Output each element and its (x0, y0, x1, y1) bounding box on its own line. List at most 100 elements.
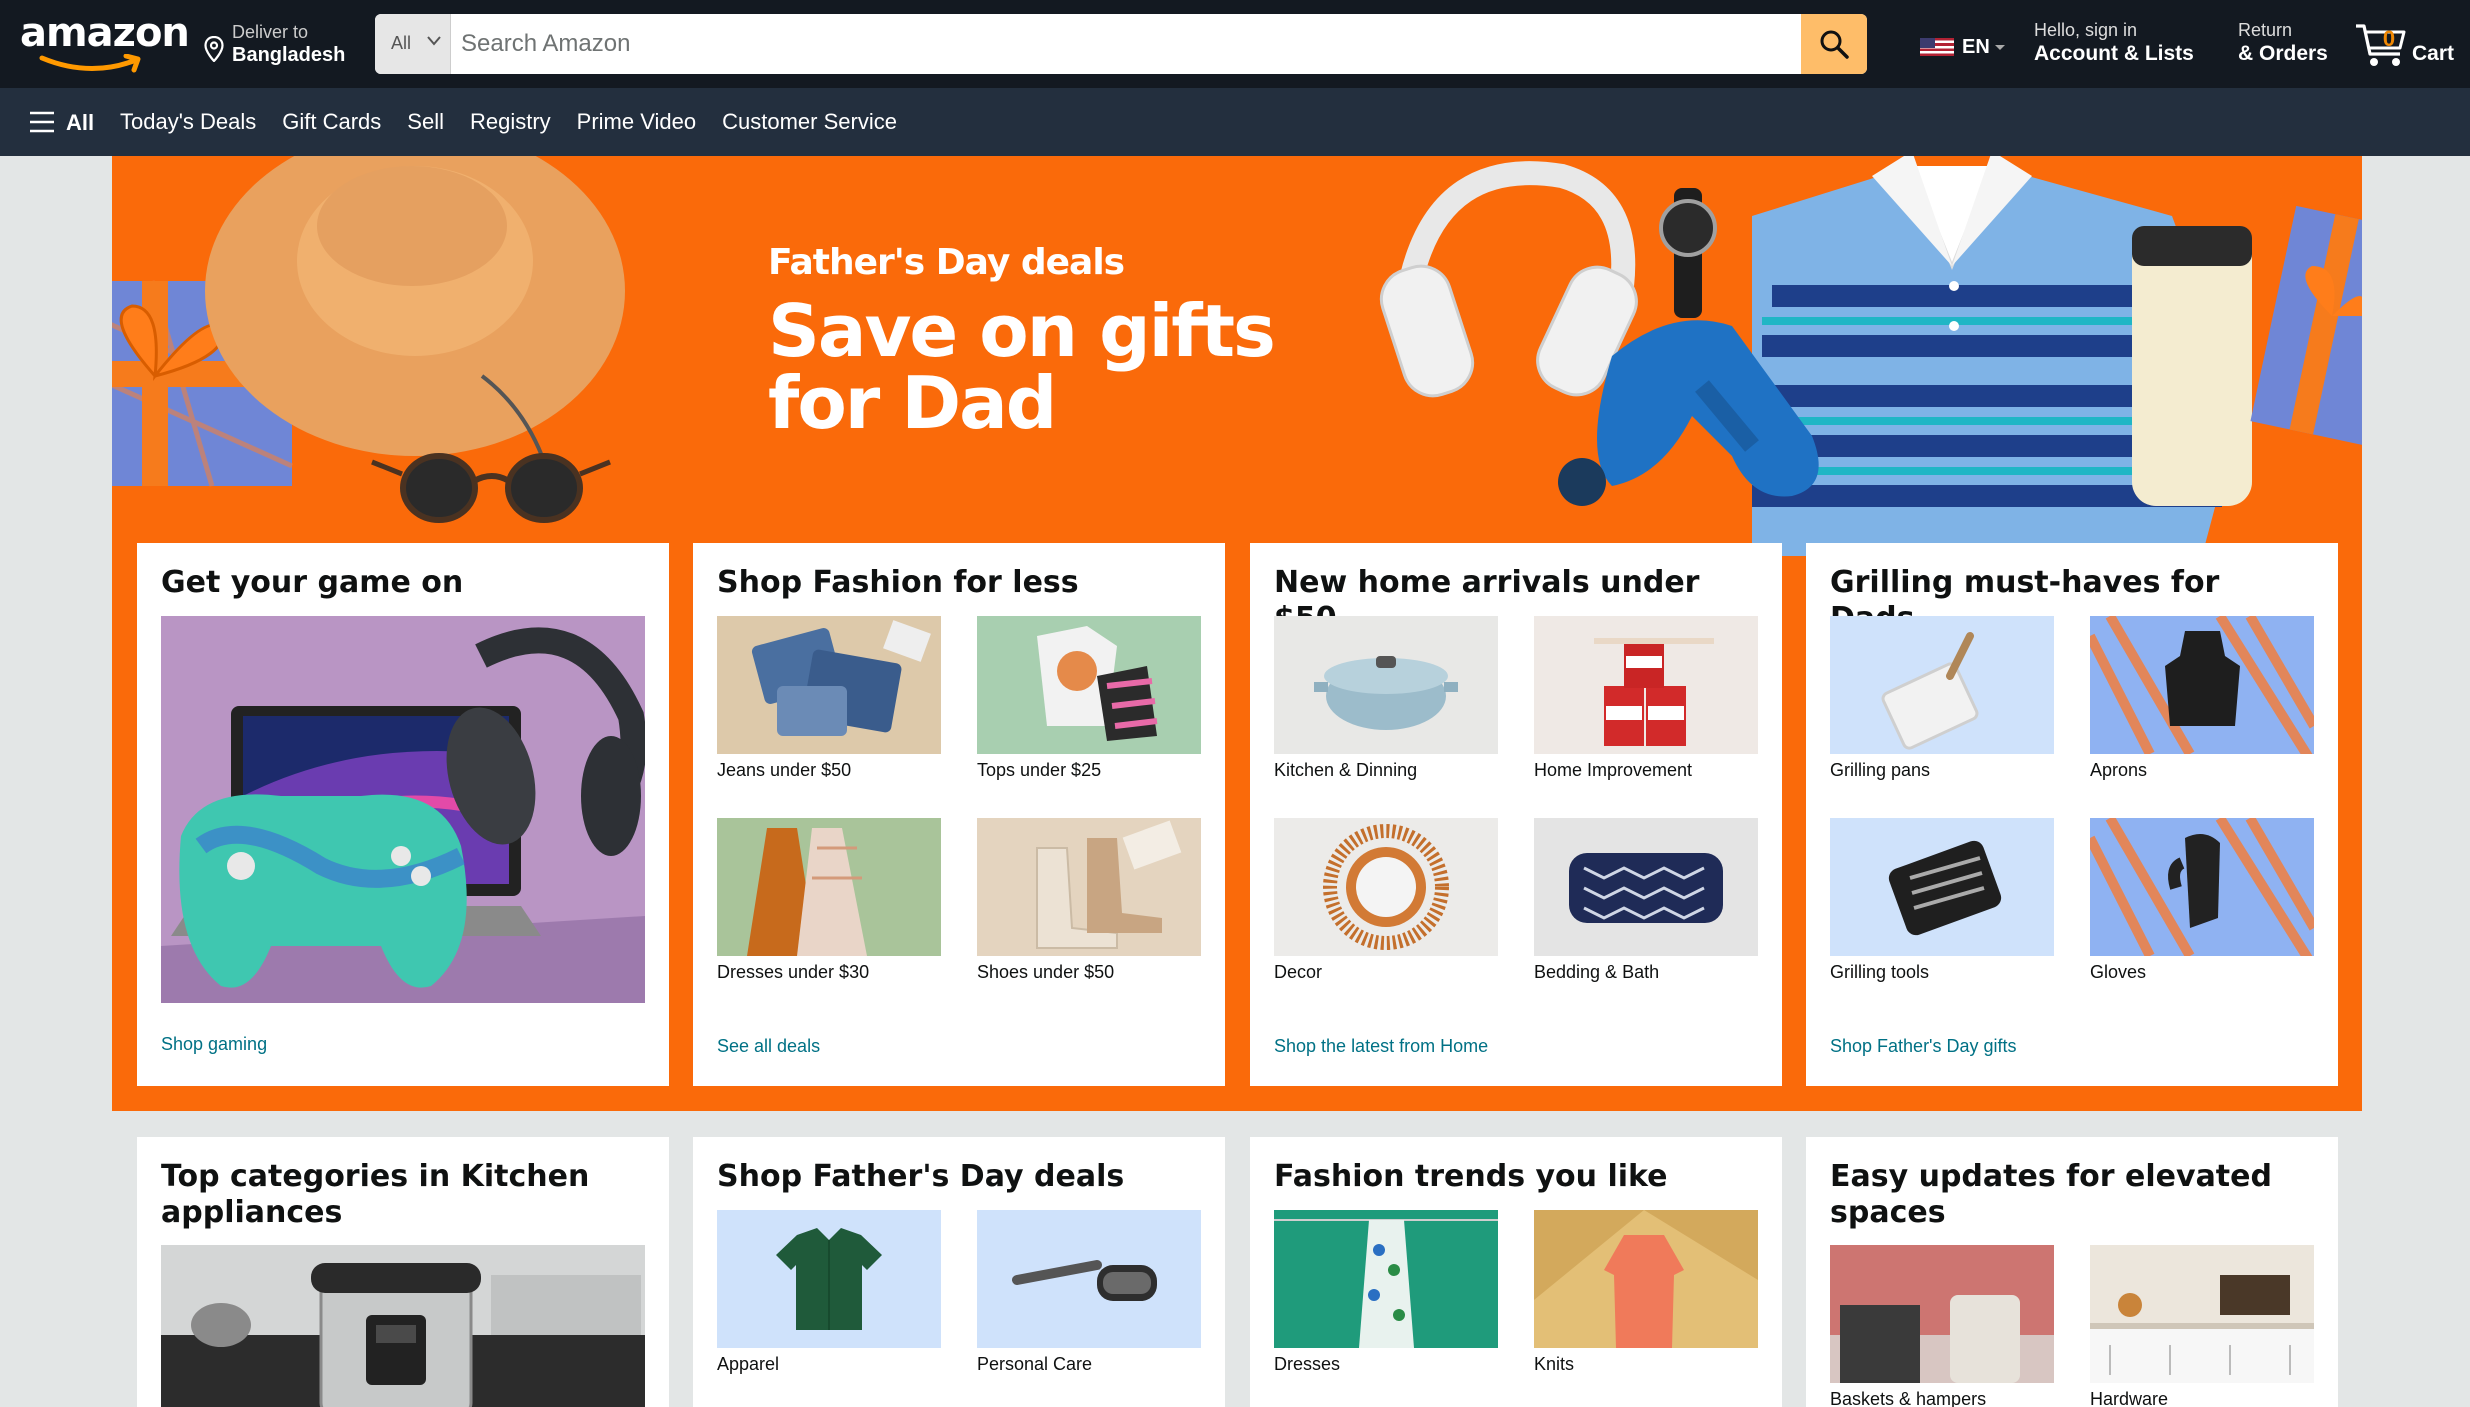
card-title: Top categories in Kitchen appliances (161, 1159, 590, 1230)
tile-caption: Apparel (717, 1354, 780, 1374)
nav-link-registry[interactable]: Registry (470, 109, 551, 135)
hamburger-icon (30, 111, 54, 133)
tile-tops[interactable]: Tops under $25 (977, 616, 1201, 781)
tile-dresses-trend[interactable]: Dresses (1274, 1210, 1498, 1375)
tile-grilling-pans[interactable]: Grilling pans (1830, 616, 2054, 781)
tile-caption: Aprons (2090, 760, 2148, 780)
gaming-illustration (161, 616, 645, 1003)
tile-jeans[interactable]: Jeans under $50 (717, 616, 941, 781)
nav-link-customer-service[interactable]: Customer Service (722, 109, 897, 135)
nav-link-prime-video[interactable]: Prime Video (577, 109, 696, 135)
tile-caption: Home Improvement (1534, 760, 1693, 780)
card-fathers-day-deals: Shop Father's Day deals Apparel Personal… (693, 1137, 1225, 1407)
language-code: EN (1962, 36, 1990, 58)
account-menu[interactable]: Hello, sign in Account & Lists (2034, 20, 2194, 66)
tile-baskets[interactable]: Baskets & hampers (1830, 1245, 2054, 1407)
grill-tools-image (1830, 818, 2054, 956)
card-fashion-trends: Fashion trends you like Dresses Knits (1250, 1137, 1782, 1407)
cart-button[interactable]: 0 Cart (2354, 18, 2460, 74)
hero-headline: Save on gifts for Dad (768, 289, 1276, 445)
tile-caption: Grilling pans (1830, 760, 1931, 780)
tile-gloves[interactable]: Gloves (2090, 818, 2314, 983)
chevron-down-icon (427, 36, 441, 46)
kitchen-cabinet-image (2090, 1245, 2314, 1383)
search-category-label: All (391, 33, 412, 53)
card-kitchen-appliances: Top categories in Kitchen appliances (137, 1137, 669, 1407)
sub-navigation: All Today's Deals Gift Cards Sell Regist… (0, 88, 2470, 156)
tile-caption: Dresses under $30 (717, 962, 870, 982)
tops-image (977, 616, 1201, 754)
card-link[interactable]: Shop gaming (161, 1034, 267, 1055)
tile-aprons[interactable]: Aprons (2090, 616, 2314, 781)
grill-pan-image (1830, 616, 2054, 754)
cart-label: Cart (2412, 42, 2455, 65)
nav-link-gift-cards[interactable]: Gift Cards (282, 109, 381, 135)
pressure-cooker-image[interactable] (161, 1245, 645, 1407)
dresses-image (717, 818, 941, 956)
shirt-image (717, 1210, 941, 1348)
laundry-basket-image (1830, 1245, 2054, 1383)
search-category-select[interactable]: All (375, 14, 451, 74)
card-title: Shop Fashion for less (717, 565, 1079, 600)
tile-apparel[interactable]: Apparel (717, 1210, 941, 1375)
tile-caption: Gloves (2090, 962, 2147, 982)
card-gaming: Get your game on Shop gaming (137, 543, 669, 1086)
top-header: amazon Deliver to Bangladesh All Search … (0, 0, 2470, 88)
floral-dress-image (1274, 1210, 1498, 1348)
tile-home-improvement[interactable]: Home Improvement (1534, 616, 1758, 781)
orders-label: & Orders (2238, 42, 2328, 65)
tile-caption: Personal Care (977, 1354, 1093, 1374)
tile-personal-care[interactable]: Personal Care (977, 1210, 1201, 1375)
nav-link-sell[interactable]: Sell (407, 109, 444, 135)
returns-orders[interactable]: Return & Orders (2238, 20, 2328, 66)
hero-kicker: Father's Day deals (768, 242, 1125, 283)
card-title: Easy updates for elevated spaces (1830, 1159, 2272, 1230)
card-link[interactable]: Shop Father's Day gifts (1830, 1036, 2017, 1057)
tile-shoes[interactable]: Shoes under $50 (977, 818, 1201, 983)
card-grilling: Grilling must-haves for Dads Grilling pa… (1806, 543, 2338, 1086)
dutch-oven-image (1274, 616, 1498, 754)
paint-cans-image (1534, 616, 1758, 754)
tile-caption: Dresses (1274, 1354, 1341, 1374)
returns-label: Return (2238, 20, 2293, 40)
tile-decor[interactable]: Decor (1274, 818, 1498, 983)
tile-grilling-tools[interactable]: Grilling tools (1830, 818, 2054, 983)
glove-image (2090, 818, 2314, 956)
pillow-image (1534, 818, 1758, 956)
search-button[interactable] (1801, 14, 1867, 74)
kitchen-illustration (161, 1245, 645, 1407)
tile-caption: Baskets & hampers (1830, 1389, 1987, 1407)
tile-knits[interactable]: Knits (1534, 1210, 1758, 1375)
card-home: New home arrivals under $50 Kitchen & Di… (1250, 543, 1782, 1086)
watch-image (1659, 188, 1717, 318)
smile-arrow-icon (39, 54, 141, 73)
gift-box-right-image (2250, 205, 2362, 447)
tile-hardware[interactable]: Hardware (2090, 1245, 2314, 1407)
card-link[interactable]: See all deals (717, 1036, 820, 1057)
deliver-location: Bangladesh (232, 44, 346, 66)
cart-count: 0 (2382, 26, 2396, 51)
tumbler-image (2132, 226, 2252, 506)
logo-text: amazon (20, 10, 190, 56)
sunburst-mirror-image (1274, 818, 1498, 956)
amazon-logo[interactable]: amazon (20, 10, 190, 76)
search-input[interactable] (451, 14, 1791, 74)
tile-caption: Decor (1274, 962, 1323, 982)
gaming-image[interactable] (161, 616, 645, 1003)
caret-down-icon (1995, 45, 2005, 50)
nav-link-todays-deals[interactable]: Today's Deals (120, 109, 256, 135)
tile-bedding[interactable]: Bedding & Bath (1534, 818, 1758, 983)
location-pin-icon (204, 36, 224, 62)
card-title: Fashion trends you like (1274, 1159, 1668, 1194)
account-label: Account & Lists (2034, 42, 2194, 65)
us-flag-icon (1920, 38, 1954, 56)
card-elevated-spaces: Easy updates for elevated spaces Baskets… (1806, 1137, 2338, 1407)
tile-caption: Grilling tools (1830, 962, 1930, 982)
card-link[interactable]: Shop the latest from Home (1274, 1036, 1488, 1057)
tile-caption: Bedding & Bath (1534, 962, 1660, 982)
account-greeting: Hello, sign in (2034, 20, 2138, 40)
shoes-image (977, 818, 1201, 956)
tile-dresses[interactable]: Dresses under $30 (717, 818, 941, 983)
tile-kitchen[interactable]: Kitchen & Dinning (1274, 616, 1498, 781)
all-menu-label: All (66, 110, 95, 135)
